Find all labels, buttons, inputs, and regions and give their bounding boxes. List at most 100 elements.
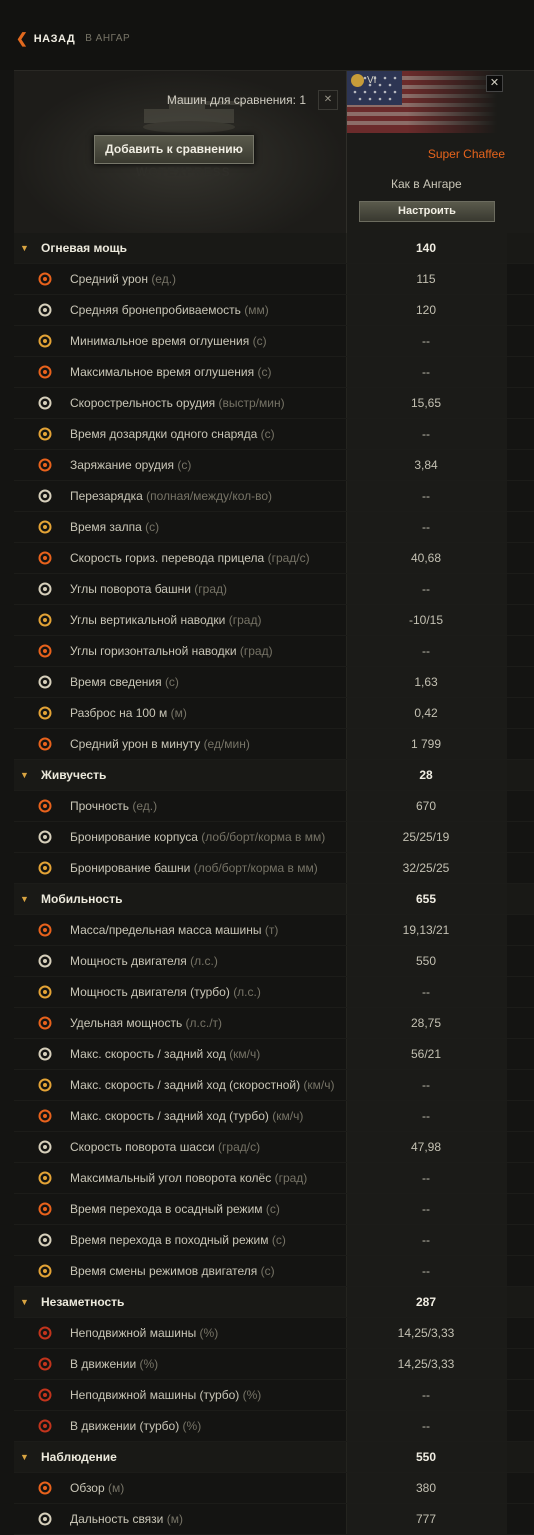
stat-label: Бронирование башни (лоб/борт/корма в мм) [70, 861, 318, 875]
stat-value: -- [422, 1388, 430, 1402]
category-row[interactable]: ▼ Мобильность 655 [14, 884, 534, 915]
stat-label: В движении (турбо) (%) [70, 1419, 202, 1433]
stat-label: В движении (%) [70, 1357, 159, 1371]
stat-unit: (с) [164, 675, 179, 689]
stat-value: 47,98 [410, 1140, 442, 1154]
stat-unit: (л.с.) [233, 985, 261, 999]
stat-row: Неподвижной машины (турбо) (%) -- [14, 1380, 534, 1411]
config-status: Как в Ангаре [391, 177, 462, 191]
stat-label: Скорострельность орудия (выстр/мин) [70, 396, 285, 410]
stat-value: 14,25/3,33 [397, 1357, 455, 1371]
stat-unit: (км/ч) [303, 1078, 335, 1092]
stat-row: Прочность (ед.) 670 [14, 791, 534, 822]
stat-row: Масса/предельная масса машины (т) 19,13/2… [14, 915, 534, 946]
stat-row: В движении (турбо) (%) -- [14, 1411, 534, 1442]
stat-row: Время залпа (с) -- [14, 512, 534, 543]
stat-value: 25/25/19 [402, 830, 450, 844]
stat-value: 120 [415, 303, 437, 317]
stat-label: Средняя бронепробиваемость (мм) [70, 303, 269, 317]
chevron-down-icon: ▼ [20, 894, 29, 904]
stat-value: -- [422, 365, 430, 379]
chevron-down-icon: ▼ [20, 1452, 29, 1462]
stat-label: Минимальное время оглушения (с) [70, 334, 267, 348]
stat-value: 32/25/25 [402, 861, 450, 875]
stat-label: Бронирование корпуса (лоб/борт/корма в м… [70, 830, 326, 844]
compare-panel: Машин для сравнения: 1 ✕ Добавить к срав… [14, 71, 346, 235]
premium-badge-icon [351, 74, 364, 87]
chevron-down-icon: ▼ [20, 770, 29, 780]
stat-value: 19,13/21 [402, 923, 450, 937]
tier-label: VI [367, 75, 377, 86]
stat-label: Средний урон в минуту (ед/мин) [70, 737, 250, 751]
stat-label: Макс. скорость / задний ход (скоростной)… [70, 1078, 335, 1092]
stat-label: Время сведения (с) [70, 675, 179, 689]
stat-row: Удельная мощность (л.с./т) 28,75 [14, 1008, 534, 1039]
category-title: Огневая мощь [41, 241, 128, 255]
stat-unit: (т) [264, 923, 279, 937]
stat-value: 550 [415, 954, 437, 968]
stat-row: Максимальное время оглушения (с) -- [14, 357, 534, 388]
stat-label: Неподвижной машины (%) [70, 1326, 219, 1340]
stat-unit: (м) [166, 1512, 183, 1526]
stat-label: Максимальное время оглушения (с) [70, 365, 272, 379]
stat-label: Углы поворота башни (град) [70, 582, 227, 596]
category-title: Незаметность [41, 1295, 125, 1309]
stat-value: -- [422, 582, 430, 596]
stat-label: Удельная мощность (л.с./т) [70, 1016, 223, 1030]
compare-count-value: 1 [299, 93, 306, 107]
stat-row: Перезарядка (полная/между/кол-во) -- [14, 481, 534, 512]
stat-row: Максимальный угол поворота колёс (град) -… [14, 1163, 534, 1194]
stat-value: 28,75 [410, 1016, 442, 1030]
category-title: Живучесть [41, 768, 107, 782]
category-row[interactable]: ▼ Огневая мощь 140 [14, 233, 534, 264]
stat-unit: (км/ч) [229, 1047, 261, 1061]
category-row[interactable]: ▼ Живучесть 28 [14, 760, 534, 791]
stat-row: Средний урон (ед.) 115 [14, 264, 534, 295]
stat-value: 3,84 [414, 458, 438, 472]
stat-label: Время залпа (с) [70, 520, 160, 534]
stat-label: Разброс на 100 м (м) [70, 706, 187, 720]
stat-row: Время смены режимов двигателя (с) -- [14, 1256, 534, 1287]
stat-row: Время дозарядки одного снаряда (с) -- [14, 419, 534, 450]
stat-unit: (с) [177, 458, 192, 472]
stat-label: Макс. скорость / задний ход (км/ч) [70, 1047, 261, 1061]
stats-table: ▼ Огневая мощь 140 Средний урон (ед.) 115 Сре… [14, 233, 534, 1535]
stat-row: Обзор (м) 380 [14, 1473, 534, 1504]
category-row[interactable]: ▼ Незаметность 287 [14, 1287, 534, 1318]
stat-value: 14,25/3,33 [397, 1326, 455, 1340]
stat-label: Углы вертикальной наводки (град) [70, 613, 262, 627]
stat-unit: (%) [199, 1326, 219, 1340]
stat-unit: (м) [108, 1481, 125, 1495]
stat-unit: (град/с) [267, 551, 310, 565]
stat-row: Время сведения (с) 1,63 [14, 667, 534, 698]
stat-row: Макс. скорость / задний ход (км/ч) 56/21 [14, 1039, 534, 1070]
stat-value: 777 [415, 1512, 437, 1526]
category-value: 287 [415, 1295, 437, 1309]
stat-unit: (%) [139, 1357, 159, 1371]
stat-unit: (выстр/мин) [218, 396, 285, 410]
stat-row: Разброс на 100 м (м) 0,42 [14, 698, 534, 729]
add-to-compare-button[interactable]: Добавить к сравнению [94, 135, 254, 164]
compare-count: Машин для сравнения: 1 [166, 93, 306, 107]
stat-label: Заряжание орудия (с) [70, 458, 192, 472]
stat-value: 40,68 [410, 551, 442, 565]
stat-value: 56/21 [410, 1047, 442, 1061]
stat-unit: (с) [260, 427, 275, 441]
stat-value: -- [422, 1078, 430, 1092]
clear-compare-button[interactable]: ✕ [318, 90, 338, 110]
back-sublabel: В АНГАР [85, 33, 131, 44]
stat-unit: (град) [194, 582, 227, 596]
stat-value: -- [422, 427, 430, 441]
stat-label: Масса/предельная масса машины (т) [70, 923, 279, 937]
stat-unit: (%) [182, 1419, 202, 1433]
back-button[interactable]: ❮ НАЗАД В АНГАР [16, 30, 130, 47]
stat-row: Бронирование башни (лоб/борт/корма в мм)… [14, 853, 534, 884]
stat-unit: (град) [228, 613, 262, 627]
stat-unit: (ед.) [132, 799, 158, 813]
stat-unit: (с) [265, 1202, 280, 1216]
configure-button[interactable]: Настроить [359, 201, 495, 222]
stat-value: -- [422, 1109, 430, 1123]
stat-label: Макс. скорость / задний ход (турбо) (км/… [70, 1109, 304, 1123]
category-row[interactable]: ▼ Наблюдение 550 [14, 1442, 534, 1473]
remove-vehicle-button[interactable]: ✕ [486, 75, 503, 92]
